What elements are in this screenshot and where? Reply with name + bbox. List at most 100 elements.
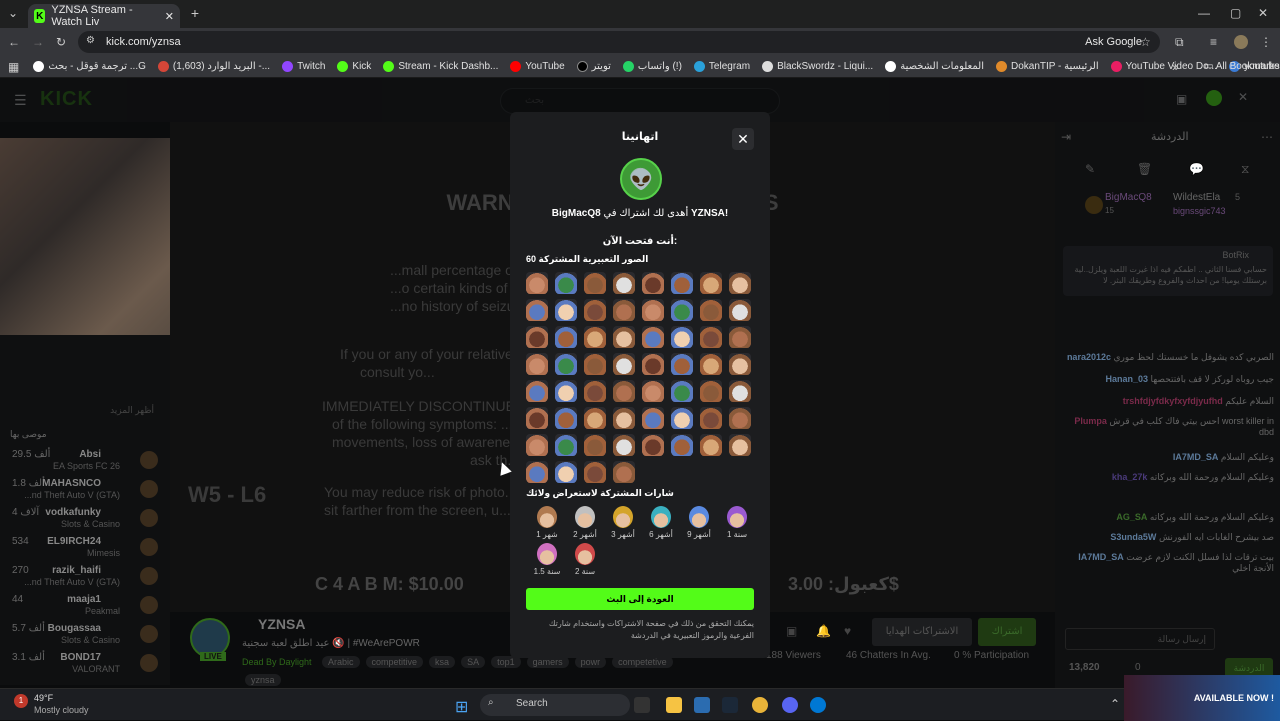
- apps-icon[interactable]: ▦: [8, 60, 19, 74]
- bookmark-youtube-downloader[interactable]: YouTube Video Do...: [1110, 61, 1217, 72]
- bell-icon[interactable]: 🔔: [816, 624, 831, 638]
- file-explorer-icon[interactable]: [666, 697, 682, 713]
- chat-bubble-icon[interactable]: 💬: [1189, 162, 1204, 176]
- kick-icon: [337, 61, 349, 72]
- chat-username[interactable]: S3unda5W: [1110, 532, 1156, 542]
- bookmark-twitter[interactable]: تويتر: [576, 61, 611, 72]
- minimize-icon[interactable]: —: [1198, 6, 1210, 20]
- task-view-icon[interactable]: [634, 697, 650, 713]
- pinned-message[interactable]: BotRix حسابي فسنا الثاني .. اطمكم فيه اذ…: [1063, 246, 1273, 296]
- sidebar-channel[interactable]: 5.7 ألف Bougassaa Slots & Casino: [0, 623, 165, 651]
- tray-expand-icon[interactable]: ⌃: [1110, 697, 1120, 711]
- chat-username[interactable]: trshfdjyfdkyfxyfdjyufhd: [1123, 396, 1223, 406]
- bookmark-star-icon[interactable]: ☆: [1140, 35, 1151, 49]
- site-search-input[interactable]: بحث: [500, 88, 780, 114]
- bookmark-personal-info[interactable]: المعلومات الشخصية: [885, 61, 984, 72]
- chat-username[interactable]: AG_SA: [1116, 512, 1147, 522]
- profile-avatar[interactable]: [1234, 35, 1248, 49]
- chat-username[interactable]: IA7MD_SA: [1173, 452, 1219, 462]
- sidebar-channel[interactable]: 270 razik_haifi ...nd Theft Auto V (GTA): [0, 565, 165, 593]
- hamburger-icon[interactable]: ☰: [14, 92, 27, 109]
- sidebar-channel[interactable]: 29.5 ألف Absi EA Sports FC 26: [0, 449, 165, 477]
- collapse-chat-icon[interactable]: ⇥: [1061, 130, 1071, 144]
- back-to-stream-button[interactable]: العودة إلى البث: [526, 588, 754, 610]
- site-info-icon[interactable]: ⚙: [86, 35, 95, 46]
- bookmark-whatsapp[interactable]: واتساب (!): [622, 61, 682, 72]
- tag[interactable]: Arabic: [322, 656, 360, 668]
- kick-logo[interactable]: KICK: [40, 88, 93, 111]
- sidebar-channel[interactable]: 1.8 ألف MAHASNCO ...nd Theft Auto V (GTA): [0, 478, 165, 506]
- chat-username[interactable]: Plumpa: [1074, 416, 1107, 426]
- browser-tab[interactable]: K YZNSA Stream - Watch Liv ✕: [28, 4, 180, 28]
- chat-username[interactable]: IA7MD_SA: [1078, 552, 1124, 562]
- tag[interactable]: ksa: [429, 656, 456, 668]
- dashboard-icon[interactable]: ▣: [1176, 92, 1187, 106]
- channel-game: Slots & Casino: [60, 635, 120, 645]
- bookmark-google-translate[interactable]: ترجمة قوقل - بحث ...G: [33, 61, 146, 72]
- bookmark-kick-dashboard[interactable]: Stream - Kick Dashb...: [383, 61, 498, 72]
- windows-start-icon[interactable]: ⊞: [455, 697, 468, 717]
- sidebar-channel[interactable]: 534 EL9IRCH24 Mimesis: [0, 536, 165, 564]
- bookmark-gmail[interactable]: (1,603) البريد الوارد -...: [157, 61, 270, 72]
- gift-subs-button[interactable]: الاشتراكات الهدايا: [872, 618, 972, 646]
- chat-title: الدردشة: [1151, 131, 1189, 143]
- reload-icon[interactable]: ↻: [56, 35, 66, 49]
- app-icon[interactable]: [810, 697, 826, 713]
- window-close-icon[interactable]: ✕: [1258, 6, 1268, 20]
- modal-close-button[interactable]: ✕: [732, 128, 754, 150]
- kick-user-icon[interactable]: [1206, 90, 1222, 106]
- bookmark-youtube[interactable]: YouTube: [510, 61, 565, 72]
- bookmark-telegram[interactable]: Telegram: [693, 61, 750, 72]
- chat-input[interactable]: إرسال رسالة: [1065, 628, 1215, 650]
- discord-icon[interactable]: [782, 697, 798, 713]
- stream-category[interactable]: Dead By Daylight: [242, 657, 312, 667]
- close-icon[interactable]: ✕: [165, 10, 174, 23]
- ad-banner[interactable]: AVAILABLE NOW !: [1124, 675, 1280, 721]
- weather-alert-icon[interactable]: 1: [14, 694, 28, 708]
- streamer-name[interactable]: YZNSA: [258, 616, 305, 632]
- steam-icon[interactable]: [722, 697, 738, 713]
- subscribe-button[interactable]: اشتراك: [978, 618, 1036, 646]
- media-icon[interactable]: ≡: [1210, 35, 1217, 49]
- user-avatar-icon[interactable]: ✕: [1238, 90, 1248, 104]
- weather-temp[interactable]: 49°F: [34, 693, 53, 703]
- donation-goal-left: C 4 A B M: $10.00: [315, 574, 464, 594]
- bookmark-dokantip[interactable]: DokanTIP - الرئيسية: [995, 61, 1099, 72]
- badge-label: 1 سنة: [726, 530, 748, 539]
- all-bookmarks[interactable]: ▭ All Bookmarks: [1204, 61, 1280, 72]
- chrome-icon[interactable]: [752, 697, 768, 713]
- chat-text: صد بيشرح الغابات ايه الفورنش: [1158, 532, 1274, 542]
- taskbar-search[interactable]: ⌕ Search: [480, 694, 630, 716]
- sidebar-channel[interactable]: 4 آلاف vodkafunky Slots & Casino: [0, 507, 165, 535]
- store-icon[interactable]: [694, 697, 710, 713]
- maximize-icon[interactable]: ▢: [1230, 6, 1241, 20]
- badge-label: 2 أشهر: [573, 530, 597, 539]
- more-bookmarks-icon[interactable]: »: [1172, 60, 1179, 74]
- tag[interactable]: competitive: [365, 656, 424, 668]
- bookmark-twitch[interactable]: Twitch: [282, 61, 325, 72]
- weather-desc: Mostly cloudy: [34, 705, 89, 715]
- hourglass-icon[interactable]: ⧖: [1241, 162, 1249, 177]
- url-bar[interactable]: ⚙ kick.com/yznsa Ask Google: [78, 31, 1160, 53]
- tag[interactable]: SA: [461, 656, 486, 668]
- heart-icon[interactable]: ♥: [844, 624, 851, 638]
- menu-icon[interactable]: ⋮: [1260, 35, 1272, 49]
- chat-username[interactable]: Hanan_03: [1105, 374, 1148, 384]
- back-icon[interactable]: ←: [8, 35, 20, 49]
- tag[interactable]: yznsa: [245, 674, 281, 686]
- extensions-icon[interactable]: ⧉: [1175, 35, 1184, 50]
- trash-icon[interactable]: 🗑: [1137, 162, 1152, 176]
- sidebar-channel[interactable]: 44 maaja1 Peakmal: [0, 594, 165, 622]
- chat-username[interactable]: nara2012c: [1067, 352, 1111, 362]
- sidebar-show-more[interactable]: أظهر المزيد: [110, 405, 154, 416]
- chat-username[interactable]: kha_27k: [1112, 472, 1148, 482]
- tab-list-icon[interactable]: ⌄: [6, 6, 20, 20]
- forward-icon[interactable]: →: [32, 35, 44, 49]
- sidebar-channel[interactable]: 3.1 ألف BOND17 VALORANT: [0, 652, 165, 680]
- pin-icon[interactable]: ✎: [1085, 162, 1095, 176]
- new-tab-icon[interactable]: +: [188, 5, 202, 21]
- bookmark-kick[interactable]: Kick: [337, 61, 371, 72]
- chat-options-icon[interactable]: ⋯: [1261, 130, 1273, 144]
- clip-icon[interactable]: ▣: [786, 624, 797, 638]
- bookmark-blackswordz[interactable]: BlackSwordz - Liqui...: [762, 61, 873, 72]
